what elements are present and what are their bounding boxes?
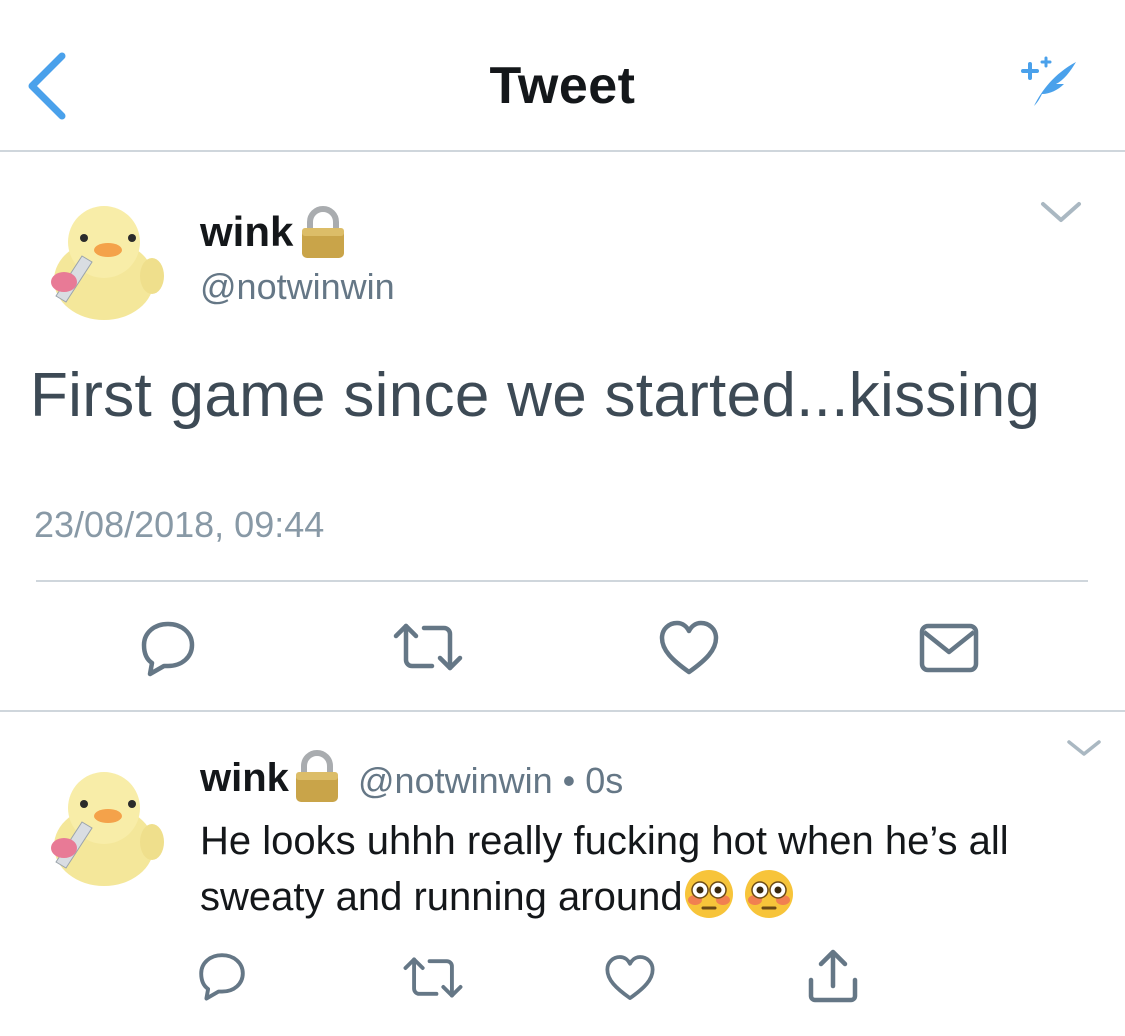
retweet-button[interactable]: [402, 956, 464, 1004]
tweet-text: First game since we started...kissing: [30, 361, 1041, 430]
direct-message-button[interactable]: [918, 622, 980, 679]
share-button[interactable]: [806, 948, 860, 1009]
like-button[interactable]: [658, 620, 720, 681]
chevron-down-icon: [1067, 740, 1101, 756]
tweet-menu-caret[interactable]: [1066, 738, 1102, 763]
author-handle[interactable]: @notwinwin: [358, 760, 553, 801]
retweet-button[interactable]: [392, 622, 464, 677]
meta-separator: •: [562, 760, 576, 801]
reply-button[interactable]: [196, 950, 248, 1007]
tweet-text-container: He looks uhhh really fucking hot when he…: [200, 814, 1100, 934]
direct-message-icon: [919, 623, 979, 673]
reply-meta: @notwinwin • 0s: [358, 760, 623, 802]
reply-tweet[interactable]: wink @notwinwin • 0s He looks uhhh reall…: [0, 712, 1125, 1036]
tweet-menu-caret[interactable]: [1040, 200, 1082, 229]
compose-quill-icon: [1021, 56, 1076, 106]
avatar[interactable]: [34, 758, 168, 892]
reply-icon: [199, 953, 245, 1001]
author-name[interactable]: wink: [200, 208, 293, 256]
divider: [36, 580, 1088, 582]
like-icon: [659, 620, 719, 675]
flushed-face-emoji: [743, 868, 795, 934]
main-tweet: wink @notwinwin First game since we star…: [0, 152, 1125, 712]
duckling-avatar-image: [34, 758, 168, 892]
like-button[interactable]: [604, 954, 656, 1007]
avatar[interactable]: [34, 192, 168, 326]
compose-tweet-button[interactable]: [1020, 56, 1084, 108]
tweet-age: 0s: [585, 760, 624, 801]
flushed-face-emoji: [683, 868, 735, 934]
tweet-text: He looks uhhh really fucking hot when he…: [200, 819, 1009, 919]
reply-button[interactable]: [138, 618, 198, 683]
chevron-down-icon: [1041, 202, 1081, 222]
page-title: Tweet: [489, 57, 636, 115]
reply-icon: [141, 621, 195, 677]
lock-icon: [298, 204, 348, 260]
duckling-avatar-image: [34, 192, 168, 326]
author-handle[interactable]: @notwinwin: [200, 266, 395, 308]
tweet-timestamp[interactable]: 23/08/2018, 09:44: [34, 504, 324, 546]
share-icon: [808, 949, 858, 1003]
retweet-icon: [393, 623, 463, 671]
author-name[interactable]: wink: [200, 756, 289, 801]
lock-icon: [292, 748, 342, 804]
like-icon: [605, 955, 655, 1001]
navigation-bar: Tweet: [0, 0, 1125, 152]
retweet-icon: [403, 957, 463, 998]
